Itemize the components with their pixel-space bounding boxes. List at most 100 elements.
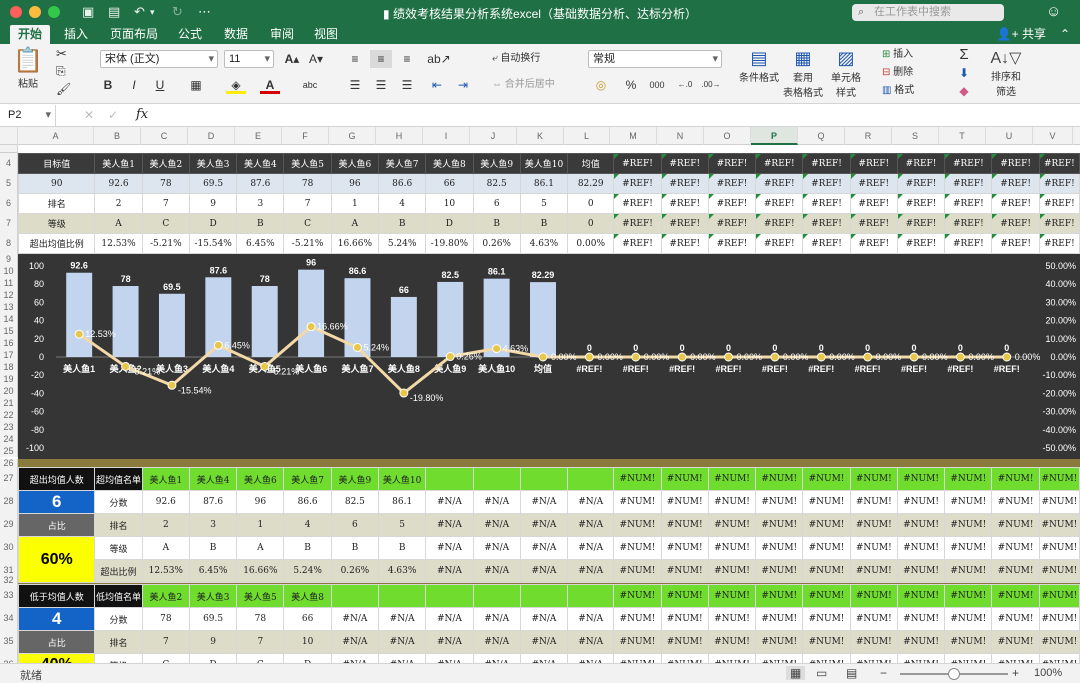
percent-icon[interactable]: % <box>622 76 640 94</box>
sheet-search[interactable]: ⌕ 在工作表中搜索 <box>852 4 1004 21</box>
cell-H[interactable]: 5.24% <box>378 233 427 254</box>
cell-G[interactable]: #N/A <box>330 630 380 654</box>
cell-H[interactable]: B <box>378 213 427 234</box>
page-break-view-icon[interactable]: ▤ <box>846 666 857 680</box>
row-header-16[interactable]: 16 <box>0 337 18 349</box>
cell-O[interactable]: #REF! <box>707 193 757 214</box>
cell-T[interactable]: #REF! <box>944 193 993 214</box>
cell-V[interactable]: #REF! <box>1038 153 1080 174</box>
cell-U[interactable]: #NUM! <box>991 467 1040 491</box>
cell-O[interactable]: #REF! <box>707 213 757 234</box>
row-header-12[interactable]: 12 <box>0 289 18 301</box>
cell-J[interactable]: #N/A <box>472 653 521 663</box>
cell-C[interactable]: 2 <box>141 513 190 537</box>
cell-L[interactable]: #N/A <box>567 607 615 631</box>
cell-O[interactable]: #NUM! <box>707 513 757 537</box>
cell-K[interactable]: #N/A <box>519 607 569 631</box>
row-header[interactable] <box>0 145 18 153</box>
cell-I[interactable]: 10 <box>425 193 474 214</box>
cell-N[interactable]: #NUM! <box>660 584 709 608</box>
cell-E[interactable]: A <box>236 536 285 560</box>
column-header-M[interactable]: M <box>610 127 657 145</box>
zoom-slider[interactable] <box>900 668 1008 680</box>
cell-E[interactable]: 3 <box>236 193 285 214</box>
tab-page-layout[interactable]: 页面布局 <box>102 25 166 44</box>
tab-view[interactable]: 视图 <box>306 25 346 44</box>
cell-D[interactable]: 87.6 <box>188 490 238 514</box>
cell-L[interactable]: #N/A <box>567 490 615 514</box>
cell-E[interactable]: 16.66% <box>236 559 285 583</box>
cell-G[interactable]: #N/A <box>330 607 380 631</box>
cell-U[interactable]: #NUM! <box>991 559 1040 583</box>
select-all-corner[interactable] <box>0 127 18 145</box>
tab-formulas[interactable]: 公式 <box>170 25 210 44</box>
cell-C[interactable]: 7 <box>141 193 190 214</box>
cell-P[interactable]: #REF! <box>755 213 804 234</box>
row-label[interactable]: 分数 <box>94 490 143 514</box>
cell-L[interactable]: #N/A <box>567 630 615 654</box>
cell-M[interactable]: #NUM! <box>613 467 662 491</box>
column-header-S[interactable]: S <box>892 127 939 145</box>
cell-N[interactable]: #REF! <box>660 193 709 214</box>
column-header-A[interactable]: A <box>18 127 94 145</box>
cell-G[interactable]: 6 <box>330 513 380 537</box>
cell-D[interactable]: -15.54% <box>188 233 238 254</box>
cell-H[interactable]: 86.6 <box>378 173 427 194</box>
align-middle-icon[interactable]: ≡ <box>370 50 392 68</box>
cell-L[interactable]: #N/A <box>567 536 615 560</box>
row-header-34[interactable]: 34 <box>0 607 18 630</box>
cell-H[interactable]: 86.1 <box>378 490 427 514</box>
cell-Q[interactable]: #NUM! <box>802 653 851 663</box>
cell-P[interactable]: #NUM! <box>755 653 804 663</box>
name-box[interactable]: P2 ▾ <box>0 105 56 126</box>
cell-R[interactable]: #NUM! <box>849 607 898 631</box>
cell-P[interactable]: #NUM! <box>755 513 804 537</box>
row-header-24[interactable]: 24 <box>0 433 18 445</box>
cell-F[interactable]: D <box>283 653 332 663</box>
cell-D[interactable]: 69.5 <box>188 173 238 194</box>
cell-S[interactable]: #NUM! <box>896 630 946 654</box>
cell-D[interactable]: 6.45% <box>188 559 238 583</box>
cell-J[interactable] <box>472 584 521 608</box>
row-header-15[interactable]: 15 <box>0 325 18 337</box>
font-size-select[interactable]: 11 ▾ <box>224 50 274 68</box>
cell-L[interactable]: 0 <box>567 213 615 234</box>
tab-insert[interactable]: 插入 <box>56 25 96 44</box>
cell-V[interactable]: #REF! <box>1038 173 1080 194</box>
cell-R[interactable]: #NUM! <box>849 513 898 537</box>
cell-O[interactable]: #REF! <box>707 153 757 174</box>
cell-H[interactable]: #N/A <box>378 653 427 663</box>
cell-G[interactable]: 16.66% <box>330 233 380 254</box>
cell-Q[interactable]: #NUM! <box>802 513 851 537</box>
cell-M[interactable]: #REF! <box>613 193 662 214</box>
cell-S[interactable]: #REF! <box>896 193 946 214</box>
cell-F[interactable]: 美人鱼8 <box>283 584 332 608</box>
cell-N[interactable]: #NUM! <box>660 513 709 537</box>
cell-I[interactable]: 66 <box>425 173 474 194</box>
cell-G[interactable]: 0.26% <box>330 559 380 583</box>
conditional-format-button[interactable]: ▤ 条件格式 <box>738 48 780 84</box>
column-header-N[interactable]: N <box>657 127 704 145</box>
cell-Q[interactable]: #REF! <box>802 193 851 214</box>
cell-R[interactable]: #NUM! <box>849 584 898 608</box>
cell-E[interactable]: 7 <box>236 630 285 654</box>
cell-V[interactable]: #NUM! <box>1038 653 1080 663</box>
cell-T[interactable]: #REF! <box>944 233 993 254</box>
cell-R[interactable]: #NUM! <box>849 653 898 663</box>
undo-dropdown-icon[interactable]: ▾ <box>150 4 155 20</box>
row-header-17[interactable]: 17 <box>0 349 18 361</box>
cell-N[interactable]: #NUM! <box>660 559 709 583</box>
undo-icon[interactable]: ↶ <box>134 4 145 20</box>
cell-U[interactable]: #NUM! <box>991 630 1040 654</box>
cell-N[interactable]: #NUM! <box>660 607 709 631</box>
column-header-H[interactable]: H <box>376 127 423 145</box>
cell-T[interactable]: #NUM! <box>944 513 993 537</box>
cell-U[interactable]: #NUM! <box>991 536 1040 560</box>
cell-C[interactable]: -5.21% <box>141 233 190 254</box>
cell-K[interactable]: #N/A <box>519 630 569 654</box>
cell-F[interactable]: 5.24% <box>283 559 332 583</box>
cell-P[interactable]: #NUM! <box>755 607 804 631</box>
section-title[interactable]: 低于均值人数 <box>17 584 96 608</box>
cell-D[interactable]: 美人鱼3 <box>188 584 238 608</box>
cell-style-button[interactable]: ▨ 单元格 样式 <box>826 48 866 99</box>
